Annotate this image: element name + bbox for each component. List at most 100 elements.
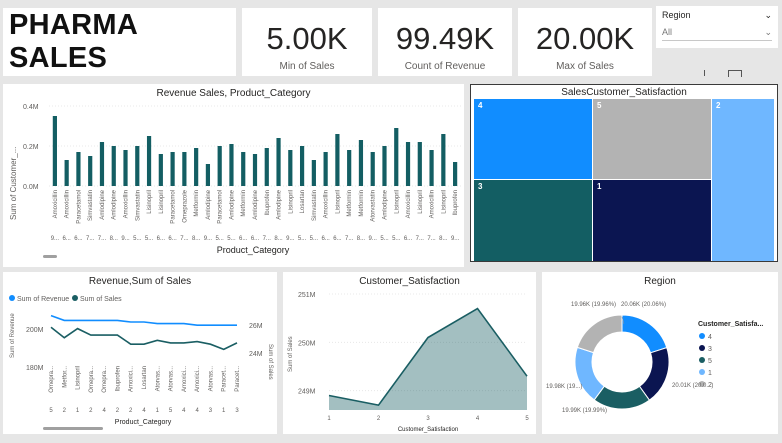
legend-marker [699, 357, 705, 363]
x-sublabel: 3 [209, 408, 213, 414]
bar-chart-card[interactable]: Revenue Sales, Product_Category Sum of C… [3, 84, 464, 267]
x-sublabel: 7... [427, 236, 436, 242]
bar [441, 134, 446, 186]
treemap-cell-4[interactable]: 4 [474, 99, 592, 179]
x-tick-label: Atorvas... [155, 366, 161, 392]
bar [182, 152, 187, 186]
x-sublabel: 5... [227, 236, 236, 242]
x-tick-label: Simvastatin [312, 190, 318, 221]
horizontal-scrollbar[interactable] [43, 427, 103, 430]
x-sublabel: 2 [89, 408, 93, 414]
area-x-axis-label: Customer_Satisfaction [398, 427, 458, 433]
x-tick-label: Atorvas... [169, 366, 175, 392]
x-tick-label: Metformin [194, 190, 200, 217]
donut-legend-title: Customer_Satisfa... [698, 321, 763, 328]
x-sublabel: 5... [133, 236, 142, 242]
x-tick-label: Lisinopril [76, 366, 82, 390]
x-tick-label: Paracet... [222, 366, 228, 392]
treemap-cell-3[interactable]: 3 [474, 180, 592, 261]
x-tick-label: 4 [476, 416, 480, 422]
x-sublabel: 6... [157, 236, 166, 242]
treemap-cell-1[interactable]: 1 [593, 180, 711, 261]
x-tick-label: Amlodipine [382, 189, 388, 219]
slicer-dropdown[interactable]: All ⌄ [662, 27, 772, 41]
x-tick-label: Amlodipine [100, 189, 106, 219]
x-tick-label: Paracetamol [218, 190, 224, 224]
x-tick-label: Ibuprofen [265, 190, 271, 215]
bar [99, 142, 105, 186]
x-tick-label: Ibuprofen [453, 190, 459, 215]
treemap-cell-2[interactable]: 2 [712, 99, 774, 261]
kpi-label: Min of Sales [279, 61, 335, 72]
y-tick-label: 0.2M [23, 144, 39, 151]
donut-slice [576, 314, 623, 354]
donut-data-label: 19.99K (19.99%) [562, 408, 607, 414]
x-tick-label: Losartan [300, 190, 306, 213]
region-slicer[interactable]: Region ⌄ All ⌄ [656, 6, 778, 48]
x-tick-label: Paracetamol [171, 190, 177, 224]
x-tick-label: Metformin [359, 190, 365, 217]
kpi-card-min-sales[interactable]: 5.00K Min of Sales [242, 8, 372, 76]
focus-mode-icon[interactable] [728, 70, 742, 77]
bar [417, 142, 422, 186]
x-sublabel: 2 [129, 408, 133, 414]
y-tick-label: 251M [298, 292, 316, 299]
x-sublabel: 7... [98, 236, 107, 242]
legend-label-revenue: Sum of Revenue [17, 296, 69, 303]
horizontal-scrollbar[interactable] [43, 255, 57, 258]
x-tick-label: Simvastatin [88, 190, 94, 221]
x-tick-label: Amoxicillin [406, 190, 412, 218]
area-chart-card[interactable]: Customer_Satisfaction Sum of Sales 249M 2… [283, 272, 536, 434]
x-sublabel: 9... [51, 236, 60, 242]
x-tick-label: Metformin [241, 190, 247, 217]
x-sublabel: 7... [86, 236, 95, 242]
treemap-cell-label: 5 [597, 101, 602, 110]
x-tick-label: Lisinopril [335, 190, 341, 214]
combo-chart-card[interactable]: Revenue,Sum of Sales Sum of Revenue Sum … [3, 272, 277, 434]
donut-data-label: 20.06K (20.06%) [621, 302, 666, 308]
x-tick-label: Metformin [347, 190, 353, 217]
y-tick-label: 200M [26, 327, 44, 334]
x-sublabel: 2 [63, 408, 67, 414]
bar [88, 156, 93, 186]
x-sublabel: 4 [195, 408, 199, 414]
x-tick-label: Amoxici... [195, 366, 201, 392]
x-sublabel: 6... [251, 236, 260, 242]
kpi-card-max-sales[interactable]: 20.00K Max of Sales [518, 8, 652, 76]
bar [158, 154, 163, 186]
chevron-down-icon[interactable]: ⌄ [764, 10, 772, 21]
bar [429, 150, 434, 186]
donut-chart-card[interactable]: Region Customer_Satisfa... 43512 20.06K … [542, 272, 778, 434]
bar [335, 134, 340, 186]
x-sublabel: 9... [369, 236, 378, 242]
legend-marker-sales [72, 295, 78, 301]
x-tick-label: Omepra... [102, 366, 108, 393]
series-line [50, 326, 238, 351]
series-line [50, 314, 237, 327]
bar [76, 152, 81, 186]
treemap-cell-5[interactable]: 5 [593, 99, 711, 179]
bar [347, 150, 352, 186]
kpi-label: Max of Sales [556, 61, 614, 72]
kpi-label: Count of Revenue [404, 61, 486, 72]
x-sublabel: 1 [156, 408, 160, 414]
filter-icon[interactable] [704, 70, 708, 76]
x-tick-label: Amoxicillin [53, 190, 59, 218]
y2-tick-label: 26M [249, 323, 263, 330]
bar [52, 116, 57, 186]
x-sublabel: 7... [345, 236, 354, 242]
legend-marker-revenue [9, 295, 15, 301]
legend-label: 4 [708, 334, 712, 341]
x-tick-label: Lisinopril [288, 190, 294, 214]
x-tick-label: Amoxici... [182, 366, 188, 392]
x-tick-label: Amoxicillin [430, 190, 436, 218]
treemap-card[interactable]: SalesCustomer_Satisfaction 4 5 2 3 1 [470, 84, 778, 262]
x-sublabel: 1 [222, 408, 226, 414]
kpi-card-count-revenue[interactable]: 99.49K Count of Revenue [378, 8, 512, 76]
x-sublabel: 6... [404, 236, 413, 242]
bar [111, 146, 116, 186]
x-sublabel: 5... [145, 236, 154, 242]
x-tick-label: Ibuprofen [115, 366, 121, 391]
combo-chart-svg: Sum of Revenue Sum of Sales Sum of Reven… [9, 295, 273, 430]
x-tick-label: Lisinopril [394, 190, 400, 214]
